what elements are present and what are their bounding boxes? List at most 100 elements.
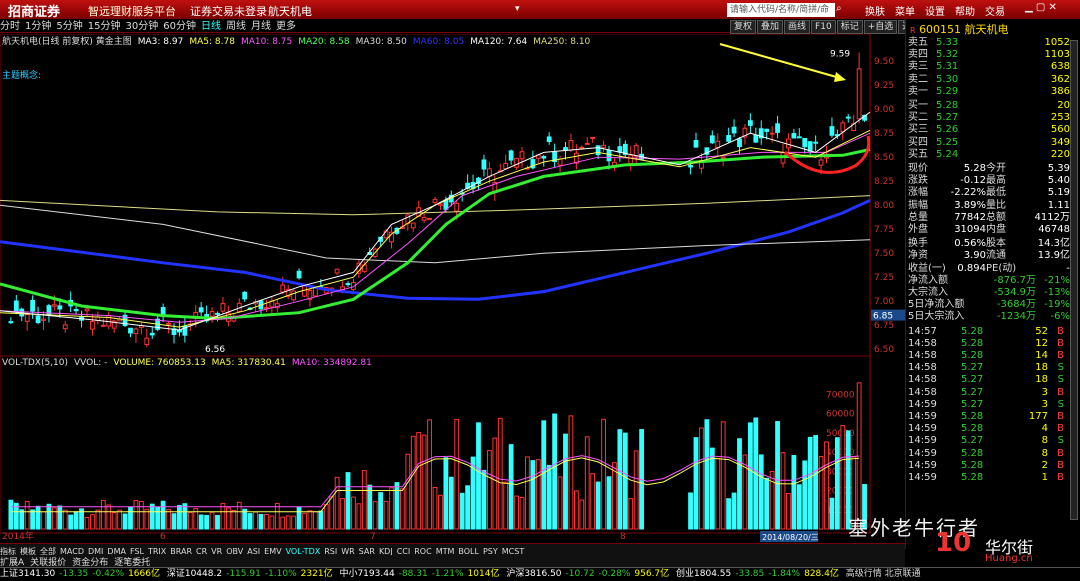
ask-row-cell: 638 xyxy=(1050,61,1070,73)
stat-row-cell: 今开 xyxy=(986,163,1006,174)
trade-login-status[interactable]: 证券交易未登录 xyxy=(190,3,267,19)
period-tab[interactable]: 日线 xyxy=(201,20,221,34)
watermark-site: Huang.cn xyxy=(985,553,1033,564)
hs-pct: -0.28% xyxy=(598,569,631,579)
close-icon[interactable]: ✕ xyxy=(1049,2,1057,13)
index-status-bar: 上证3141.30 -13.35 -0.42% 1666亿 深证10448.2 -115… xyxy=(0,567,1080,580)
tool-button[interactable]: F10 xyxy=(811,20,836,34)
low-label: 6.56 xyxy=(205,345,225,355)
period-tab[interactable]: 60分钟 xyxy=(163,20,196,34)
price-tick: 6.50 xyxy=(874,345,894,355)
tool-button[interactable]: 标记 xyxy=(836,20,863,34)
tool-button[interactable]: 复权 xyxy=(730,20,757,34)
ask-row-cell: 卖一 xyxy=(908,85,928,97)
volume-bar xyxy=(389,487,394,530)
tool-button[interactable]: 画线 xyxy=(784,20,811,34)
price-tick: 7.75 xyxy=(874,225,894,235)
tick-row-cell: B xyxy=(1057,447,1064,459)
candle-body xyxy=(726,135,732,142)
menu-settings[interactable]: 设置 xyxy=(925,7,945,18)
stat-row: 外盘 31094 内盘 46748 xyxy=(906,224,1076,237)
volume-bar xyxy=(231,509,237,530)
menu-skin[interactable]: 换肤 xyxy=(865,7,885,18)
tick-row: 14:59 5.28 2 B xyxy=(906,460,1076,473)
chevron-down-icon[interactable]: ▾ xyxy=(515,4,520,14)
period-tab[interactable]: 周线 xyxy=(226,20,246,34)
hs-index[interactable]: 沪深3816.50 xyxy=(506,569,561,579)
volume-bar xyxy=(57,505,63,530)
tool-button[interactable]: +自选 xyxy=(863,20,898,34)
tick-row-cell: 12 xyxy=(1035,337,1048,349)
search-input[interactable]: 请输入代码/名称/简拼/命令 xyxy=(727,3,835,29)
menu-help[interactable]: 帮助 xyxy=(955,7,975,18)
candle-body xyxy=(845,116,851,119)
volume-bar xyxy=(622,432,628,530)
sz-amount: 2321亿 xyxy=(300,569,333,579)
volume-bar xyxy=(541,420,547,530)
volume-bar xyxy=(601,418,606,530)
bid-row-cell: 253 xyxy=(1050,112,1070,124)
window-controls: ▁ ▢ ✕ xyxy=(1025,2,1057,13)
volume-bar xyxy=(410,435,416,530)
volume-bar xyxy=(100,499,106,530)
tick-row-cell: 14:58 xyxy=(908,350,937,361)
tick-row-cell: S xyxy=(1057,398,1064,410)
side-tabs[interactable] xyxy=(1070,40,1080,540)
menu-main[interactable]: 菜单 xyxy=(895,7,915,18)
tick-row-cell: 14:59 xyxy=(908,435,937,447)
date-tag: 2014/08/20/三 xyxy=(762,533,819,542)
volume-bar xyxy=(84,516,90,530)
zx-index[interactable]: 中小7193.44 xyxy=(339,569,394,579)
tick-row-cell: S xyxy=(1057,435,1064,447)
candle-body xyxy=(383,230,389,239)
bid-row-cell: 5.25 xyxy=(936,136,959,148)
kline-chart[interactable]: 9.50 9.25 9.00 8.75 8.50 8.25 8.00 7.75 7.50 7.25… xyxy=(0,34,905,543)
volume-bar xyxy=(584,436,590,530)
sh-index[interactable]: 上证3141.30 xyxy=(0,569,55,579)
period-tab[interactable]: 1分钟 xyxy=(25,20,51,34)
stat-row-cell: 77842 xyxy=(954,211,986,223)
ask-row-cell: 卖四 xyxy=(908,49,928,61)
candle-body xyxy=(503,163,509,169)
stat-row: 振幅 3.89% 量比 1.11 xyxy=(906,200,1076,213)
side-tab-strip[interactable] xyxy=(1070,40,1078,520)
tick-row-cell: 5.27 xyxy=(961,386,984,398)
flow-row-cell: 净流入额 xyxy=(908,274,948,286)
tick-row-cell: B xyxy=(1057,472,1064,483)
volume-bar xyxy=(465,485,471,530)
candle-body xyxy=(829,126,835,136)
volume-bar xyxy=(530,460,536,530)
candle-body xyxy=(617,146,623,153)
cy-index[interactable]: 创业1804.55 xyxy=(676,569,731,579)
volume-bar xyxy=(41,511,46,530)
candle-body xyxy=(786,138,791,149)
volume-bar xyxy=(421,434,427,530)
maximize-icon[interactable]: ▢ xyxy=(1036,2,1045,13)
period-tab[interactable]: 5分钟 xyxy=(56,20,82,34)
flow-row-cell: 5日净流入额 xyxy=(908,299,965,311)
candle-body xyxy=(57,305,63,310)
candle-body xyxy=(737,138,742,148)
ask-row-cell: 5.32 xyxy=(936,49,959,61)
volume-bar xyxy=(378,492,384,530)
menu-trade[interactable]: 交易 xyxy=(985,7,1005,18)
flow-row: 5日净流入额 -3684万 -19% xyxy=(906,299,1076,312)
candle-body xyxy=(454,202,460,212)
flow-row: 大宗流入 -534.9万 -13% xyxy=(906,287,1076,300)
tool-button[interactable]: 叠加 xyxy=(757,20,784,34)
volume-bar xyxy=(73,511,79,530)
ask-row: 卖四 5.32 1103 xyxy=(906,49,1076,62)
period-tab[interactable]: 月线 xyxy=(251,20,271,34)
tick-row-cell: 18 xyxy=(1035,362,1048,374)
search-icon[interactable]: ⌕ xyxy=(836,3,842,14)
minimize-icon[interactable]: ▁ xyxy=(1025,2,1033,13)
period-tab[interactable]: 15分钟 xyxy=(88,20,121,34)
volume-bar xyxy=(187,512,193,530)
x-label: 6 xyxy=(160,532,166,542)
tick-row-cell: 14:59 xyxy=(908,423,937,435)
period-tab[interactable]: 30分钟 xyxy=(125,20,158,34)
sz-index[interactable]: 深证10448.2 xyxy=(167,569,222,579)
sz-change: -115.91 xyxy=(226,569,261,579)
period-tab[interactable]: 分时 xyxy=(0,20,20,34)
period-tab[interactable]: 更多 xyxy=(276,20,296,34)
